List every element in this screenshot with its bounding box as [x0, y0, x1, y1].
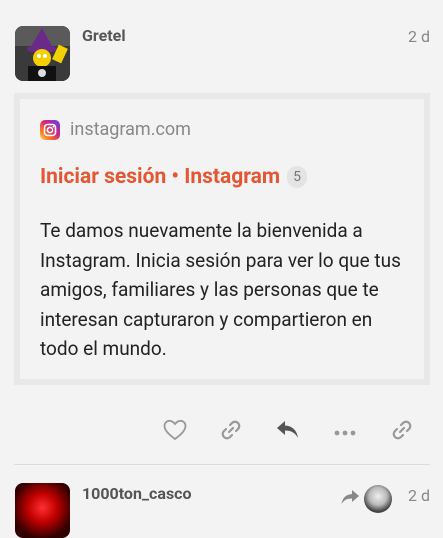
reply-button[interactable]: [273, 416, 303, 446]
more-icon: [334, 424, 356, 439]
preview-description: Te damos nuevamente la bienvenida a Inst…: [40, 219, 401, 360]
avatar[interactable]: [15, 483, 70, 538]
post-date[interactable]: 2 d: [408, 486, 430, 505]
preview-title-row: Iniciar sesión • Instagram 5: [40, 165, 308, 189]
preview-title-link[interactable]: Iniciar sesión • Instagram: [40, 165, 280, 189]
instagram-icon: [40, 119, 60, 140]
link-icon: [219, 418, 243, 445]
username[interactable]: Gretel: [82, 26, 126, 45]
reply-to-avatar: [364, 485, 392, 513]
reply-to-indicator[interactable]: [340, 485, 392, 513]
heart-icon: [163, 419, 187, 444]
post-actions: [0, 416, 443, 446]
more-options-button[interactable]: [330, 416, 360, 446]
share-link-button[interactable]: [387, 416, 417, 446]
like-button[interactable]: [160, 416, 190, 446]
post: Gretel 2 d instagram.com Iniciar sesión …: [0, 0, 443, 465]
post-date[interactable]: 2 d: [408, 27, 430, 46]
preview-source[interactable]: instagram.com: [40, 119, 191, 140]
share-link-icon: [390, 418, 414, 445]
avatar[interactable]: [15, 26, 70, 81]
reply-arrow-icon: [340, 489, 360, 509]
reply-icon: [275, 419, 301, 444]
next-post: 1000ton_casco 2 d: [0, 465, 443, 538]
username[interactable]: 1000ton_casco: [82, 484, 192, 503]
copy-link-button[interactable]: [216, 416, 246, 446]
link-preview: instagram.com Iniciar sesión • Instagram…: [14, 93, 430, 385]
click-count-badge: 5: [287, 166, 308, 188]
preview-source-label: instagram.com: [70, 119, 191, 140]
